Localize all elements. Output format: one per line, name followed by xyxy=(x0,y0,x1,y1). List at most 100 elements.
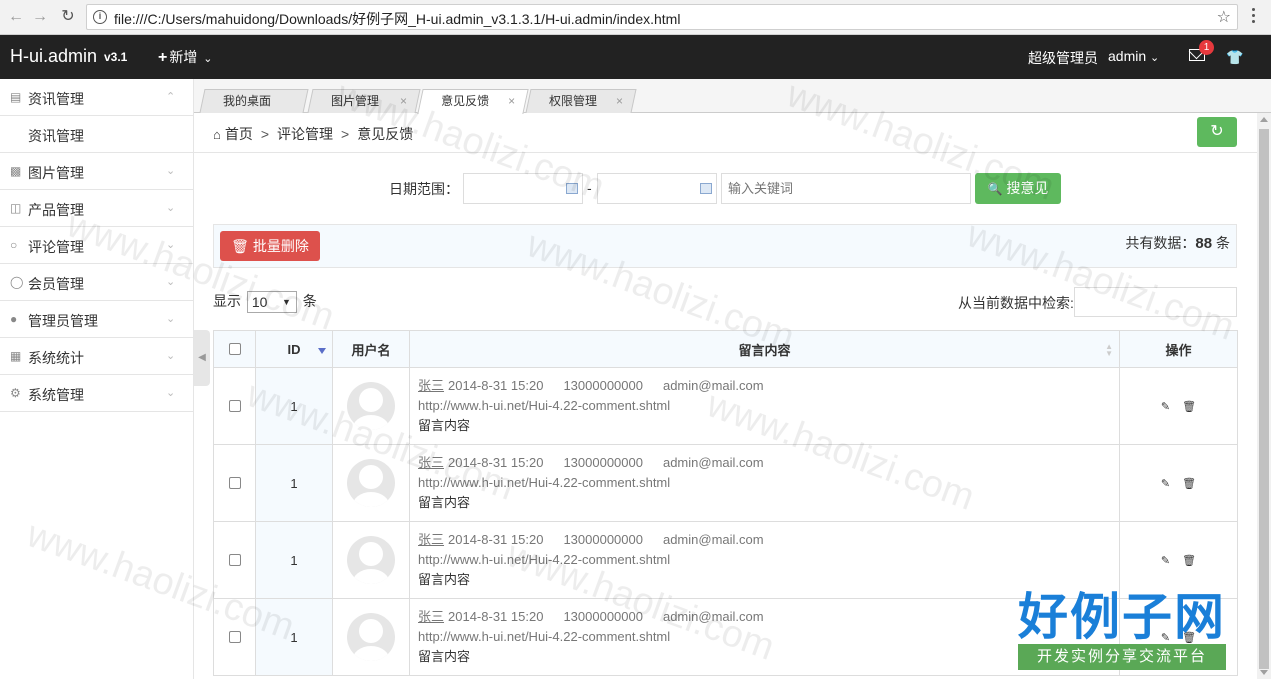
avatar[interactable] xyxy=(347,613,395,661)
bookmark-star-icon[interactable]: ☆ xyxy=(1217,7,1231,27)
address-bar[interactable]: i file:///C:/Users/mahuidong/Downloads/好… xyxy=(86,4,1238,30)
sidebar-item-stats[interactable]: ▦ 系统统计 ⌄ xyxy=(0,338,193,375)
comment-phone: 13000000000 xyxy=(563,609,643,624)
comment-icon: ○ xyxy=(10,238,18,252)
comment-phone: 13000000000 xyxy=(563,455,643,470)
comment-time: 2014-8-31 15:20 xyxy=(448,378,544,393)
comment-url: http://www.h-ui.net/Hui-4.22-comment.sht… xyxy=(418,398,671,413)
address-url[interactable]: file:///C:/Users/mahuidong/Downloads/好例子… xyxy=(114,9,680,29)
chevron-down-icon: ⌄ xyxy=(166,387,176,399)
date-start-input[interactable] xyxy=(463,173,583,204)
avatar[interactable] xyxy=(347,459,395,507)
total-suffix: 条 xyxy=(1212,235,1230,251)
sidebar-collapse-handle[interactable]: ◀ xyxy=(194,330,210,386)
trash-icon[interactable]: 🗑 xyxy=(1182,554,1196,567)
browser-toolbar: ← → ↻ i file:///C:/Users/mahuidong/Downl… xyxy=(0,0,1271,35)
tab-feedback[interactable]: 意见反馈 × xyxy=(417,89,529,114)
caret-down-icon: ▼ xyxy=(281,297,291,308)
calendar-icon[interactable] xyxy=(566,183,578,194)
user-name: admin xyxy=(1108,48,1147,64)
close-icon[interactable]: × xyxy=(508,90,515,112)
sidebar-item-members[interactable]: ◯ 会员管理 ⌄ xyxy=(0,264,193,301)
news-icon: ▤ xyxy=(10,90,22,104)
select-all-checkbox[interactable] xyxy=(228,343,241,355)
tab-label: 图片管理 xyxy=(331,94,380,108)
app-header: H-ui.admin v3.1 + 新增 ⌄ 超级管理员 admin ⌄ 1 👕 xyxy=(0,35,1271,79)
sidebar-item-label: 管理员管理 xyxy=(28,313,98,329)
sidebar-item-label: 资讯管理 xyxy=(28,128,84,144)
page-size-select[interactable]: 10 ▼ xyxy=(246,291,297,314)
tab-label: 意见反馈 xyxy=(441,94,490,108)
row-actions: ✎ 🗑 xyxy=(1119,444,1238,522)
row-checkbox[interactable] xyxy=(228,631,241,643)
avatar[interactable] xyxy=(347,536,395,584)
scrollbar-thumb[interactable] xyxy=(1259,129,1269,669)
close-icon[interactable]: × xyxy=(616,90,623,112)
search-button[interactable]: 🔍 搜意见 xyxy=(975,173,1061,204)
username-header-label: 用户名 xyxy=(351,342,391,358)
id-header[interactable]: ID xyxy=(255,330,333,368)
sidebar-item-products[interactable]: ◫ 产品管理 ⌄ xyxy=(0,190,193,227)
vertical-scrollbar[interactable] xyxy=(1257,113,1271,679)
avatar[interactable] xyxy=(347,382,395,430)
pencil-icon[interactable]: ✎ xyxy=(1161,554,1170,567)
reload-icon[interactable]: ↻ xyxy=(58,7,78,27)
chevron-down-icon: ⌄ xyxy=(166,165,176,177)
sidebar-item-news[interactable]: ▤ 资讯管理 ⌃ xyxy=(0,79,193,116)
row-id: 1 xyxy=(255,598,333,676)
search-icon: 🔍 xyxy=(987,182,1003,196)
breadcrumb-level1[interactable]: 评论管理 xyxy=(277,126,333,142)
breadcrumb-level2: 意见反馈 xyxy=(357,126,414,142)
comment-username[interactable]: 张三 xyxy=(418,609,444,624)
tab-desktop[interactable]: 我的桌面 xyxy=(199,89,309,113)
sidebar-subitem-news[interactable]: 资讯管理 xyxy=(0,116,193,153)
trash-icon[interactable]: 🗑 xyxy=(1182,400,1196,413)
filter-input[interactable] xyxy=(1074,287,1237,317)
table-toolbar: 🗑 批量删除 共有数据：88 条 xyxy=(213,224,1237,268)
comment-username[interactable]: 张三 xyxy=(418,532,444,547)
forward-icon[interactable]: → xyxy=(30,7,50,27)
row-checkbox[interactable] xyxy=(228,554,241,566)
row-checkbox[interactable] xyxy=(228,400,241,412)
batch-delete-button[interactable]: 🗑 批量删除 xyxy=(220,231,320,261)
tshirt-icon[interactable]: 👕 xyxy=(1226,49,1243,66)
sidebar-item-pictures[interactable]: ▩ 图片管理 ⌄ xyxy=(0,153,193,190)
browser-menu-icon[interactable] xyxy=(1252,8,1256,26)
back-icon[interactable]: ← xyxy=(6,7,26,27)
sidebar-item-system[interactable]: ⚙ 系统管理 ⌄ xyxy=(0,375,193,412)
close-icon[interactable]: × xyxy=(400,90,407,112)
comment-username[interactable]: 张三 xyxy=(418,378,444,393)
breadcrumb-separator: > xyxy=(260,126,270,142)
gear-icon: ⚙ xyxy=(10,386,21,400)
keyword-input[interactable] xyxy=(721,173,971,204)
comment-username[interactable]: 张三 xyxy=(418,455,444,470)
calendar-icon[interactable] xyxy=(700,183,712,194)
app-logo[interactable]: H-ui.admin xyxy=(10,46,97,67)
row-select-cell xyxy=(213,521,256,599)
pencil-icon[interactable]: ✎ xyxy=(1161,477,1170,490)
comment-url: http://www.h-ui.net/Hui-4.22-comment.sht… xyxy=(418,475,671,490)
sidebar-item-label: 评论管理 xyxy=(28,239,84,255)
comment-time: 2014-8-31 15:20 xyxy=(448,609,544,624)
sidebar-item-admins[interactable]: ● 管理员管理 ⌄ xyxy=(0,301,193,338)
refresh-button[interactable]: ↻ xyxy=(1197,117,1237,147)
sidebar-item-comments[interactable]: ○ 评论管理 ⌄ xyxy=(0,227,193,264)
trash-icon[interactable]: 🗑 xyxy=(1182,477,1196,490)
content-header[interactable]: 留言内容 ▲ ▼ xyxy=(409,330,1120,368)
row-select-cell xyxy=(213,367,256,445)
tab-permissions[interactable]: 权限管理 × xyxy=(525,89,637,113)
add-menu[interactable]: + 新增 ⌄ xyxy=(158,47,212,67)
row-avatar-cell xyxy=(332,444,410,522)
sidebar-item-label: 资讯管理 xyxy=(28,91,84,107)
tab-pictures[interactable]: 图片管理 × xyxy=(307,89,421,113)
date-end-input[interactable] xyxy=(597,173,717,204)
breadcrumb-home[interactable]: 首页 xyxy=(225,126,253,142)
pencil-icon[interactable]: ✎ xyxy=(1161,400,1170,413)
username-header: 用户名 xyxy=(332,330,410,368)
info-icon[interactable]: i xyxy=(93,10,107,24)
user-menu[interactable]: admin ⌄ xyxy=(1108,48,1159,64)
row-checkbox[interactable] xyxy=(228,477,241,489)
scroll-down-icon[interactable] xyxy=(1260,670,1268,675)
comment-time: 2014-8-31 15:20 xyxy=(448,455,544,470)
scroll-up-icon[interactable] xyxy=(1260,117,1268,122)
